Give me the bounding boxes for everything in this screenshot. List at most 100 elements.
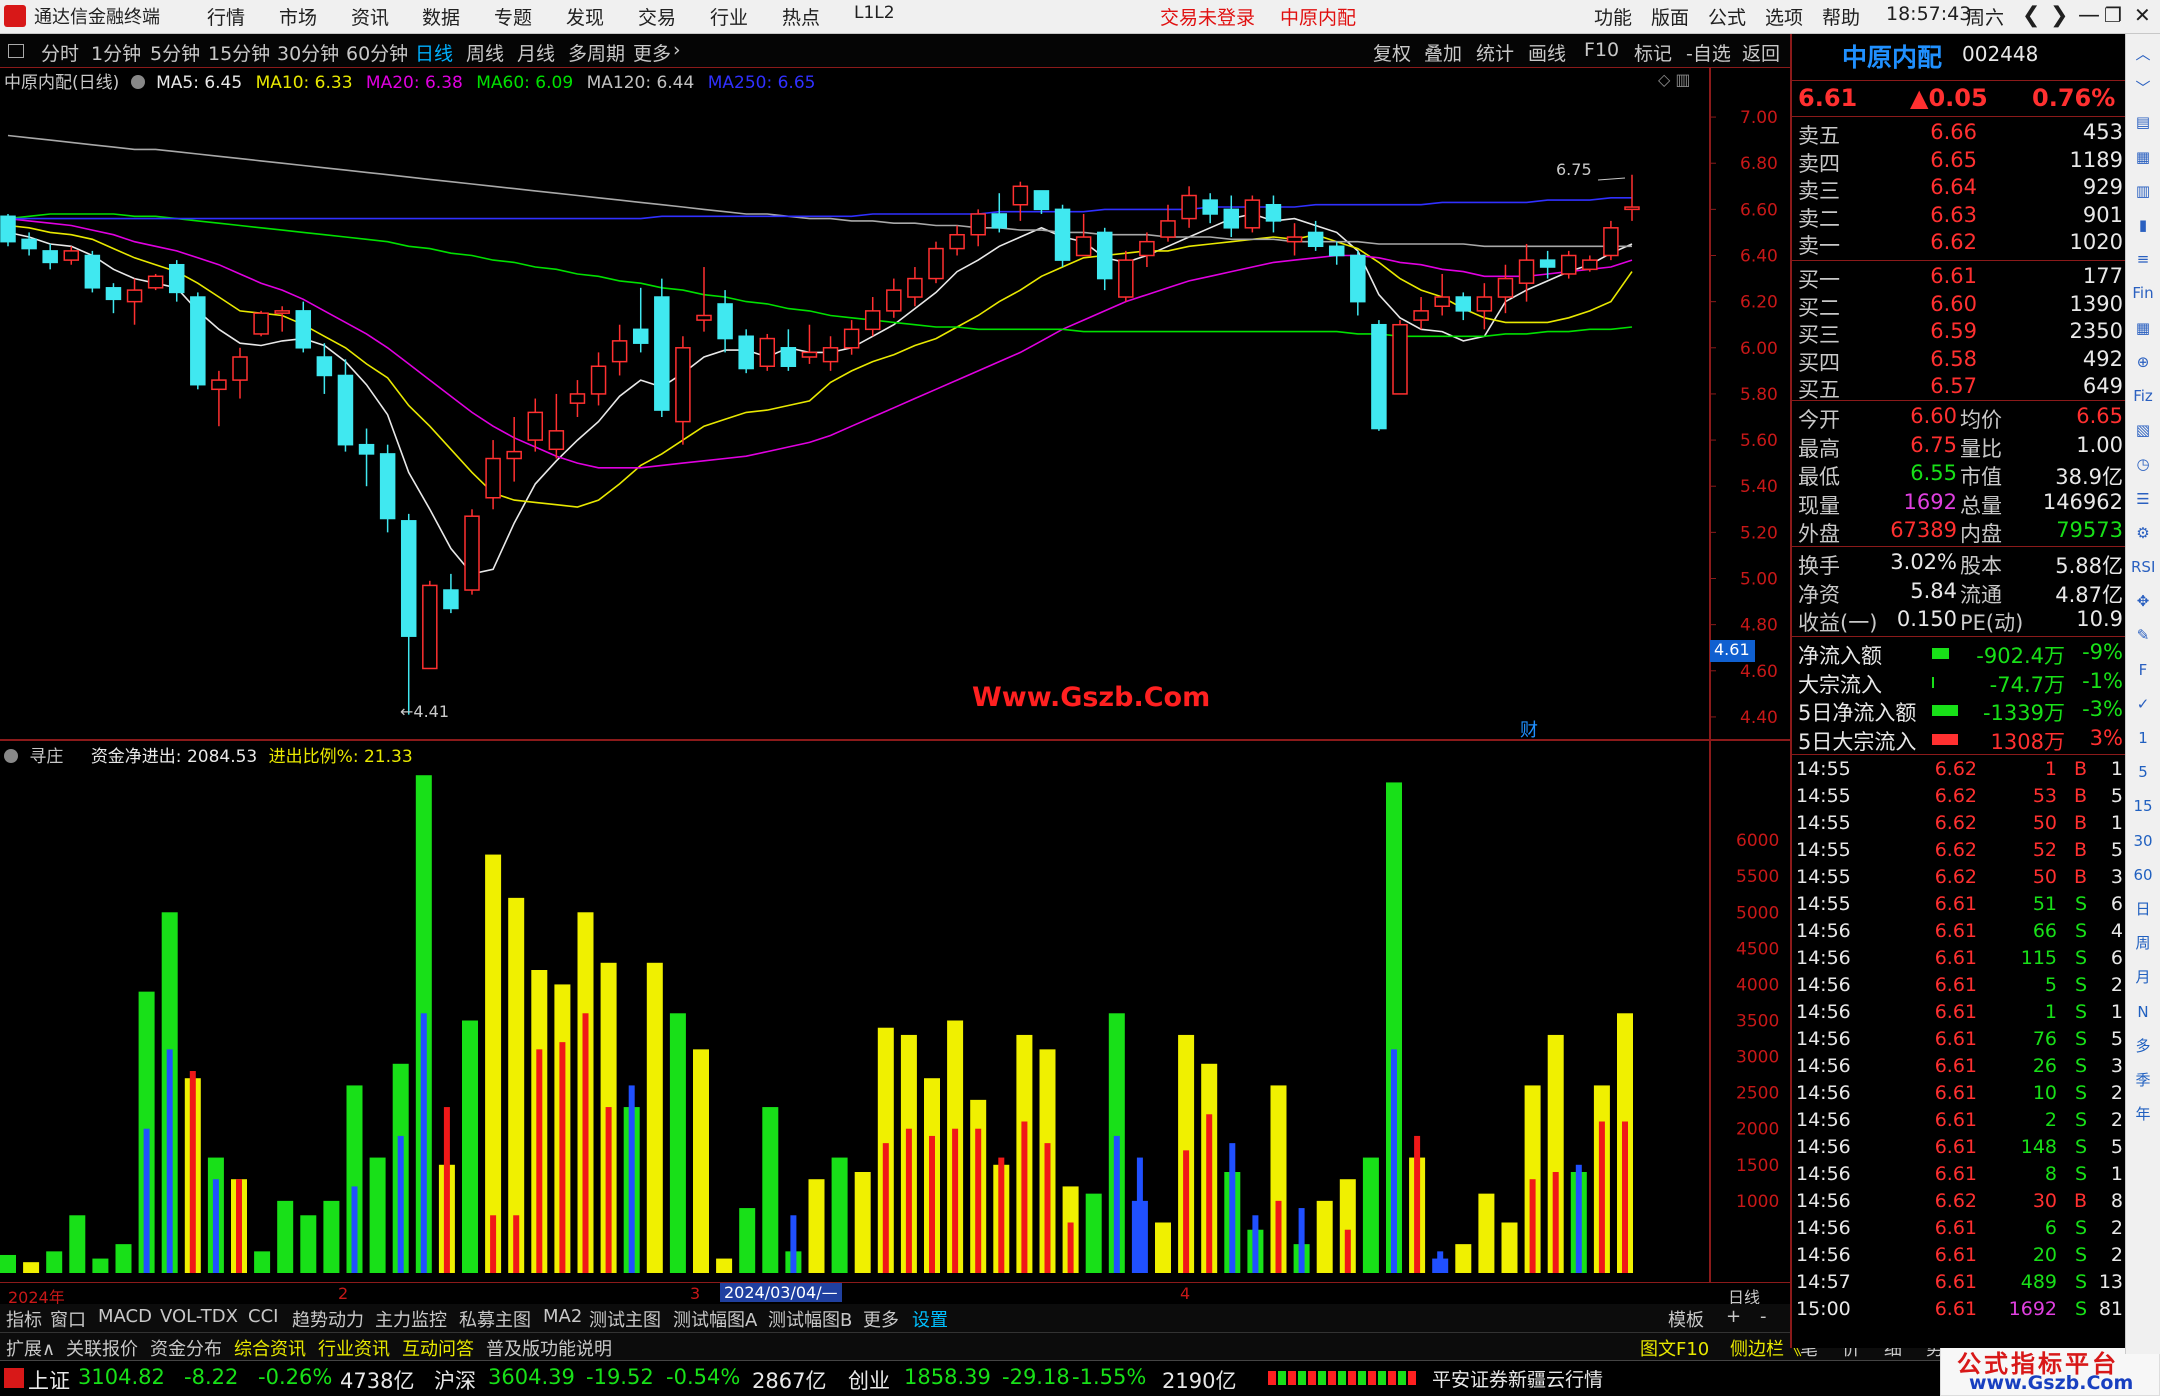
candle[interactable] bbox=[1582, 255, 1598, 272]
tick-row[interactable]: 14:55 6.62 52 B 5 bbox=[1792, 839, 2127, 867]
candle[interactable] bbox=[1118, 250, 1134, 302]
bid-row[interactable]: 买三 6.59 2350 bbox=[1792, 319, 2127, 347]
down-icon[interactable]: ﹀ bbox=[2131, 76, 2155, 100]
flow-bar[interactable] bbox=[1362, 1157, 1379, 1273]
tab-kuozhan[interactable]: 扩展∧ bbox=[6, 1335, 55, 1361]
candle[interactable] bbox=[527, 398, 544, 452]
candle[interactable] bbox=[1265, 195, 1282, 233]
btn-diejia[interactable]: 叠加 bbox=[1424, 39, 1462, 66]
candle[interactable] bbox=[1286, 223, 1303, 256]
flow-bar[interactable] bbox=[69, 1215, 86, 1273]
tick-row[interactable]: 14:56 6.61 20 S 2 bbox=[1792, 1244, 2127, 1272]
flow-bar[interactable] bbox=[92, 1258, 109, 1273]
tick-row[interactable]: 14:56 6.61 26 S 3 bbox=[1792, 1055, 2127, 1083]
tab-ceshi-main[interactable]: 测试主图 bbox=[589, 1306, 661, 1332]
menu-zhuanti[interactable]: 专题 bbox=[494, 3, 532, 30]
stat-row[interactable]: 最高 6.75 量比 1.00 bbox=[1792, 433, 2127, 461]
candle[interactable] bbox=[422, 580, 438, 670]
indicator-toggle-icon[interactable] bbox=[4, 749, 18, 763]
flow-bar[interactable] bbox=[1570, 1164, 1587, 1273]
flow-bar[interactable] bbox=[739, 1208, 756, 1273]
tab-fenshi[interactable]: 分时 bbox=[41, 39, 79, 66]
tick-row[interactable]: 14:56 6.61 6 S 2 bbox=[1792, 1217, 2127, 1245]
btn-zixuan[interactable]: -自选 bbox=[1686, 39, 1731, 66]
tick-row[interactable]: 14:56 6.61 76 S 5 bbox=[1792, 1028, 2127, 1056]
period-shortcut-季[interactable]: 季 bbox=[2131, 1068, 2155, 1092]
menu-hangye[interactable]: 行业 bbox=[710, 3, 748, 30]
tick-row[interactable]: 14:56 6.61 66 S 4 bbox=[1792, 920, 2127, 948]
candle[interactable] bbox=[232, 347, 248, 399]
candle[interactable] bbox=[759, 333, 776, 371]
flow-bar[interactable] bbox=[1178, 1034, 1195, 1273]
period-shortcut-5[interactable]: 5 bbox=[2131, 760, 2155, 784]
flow-bar[interactable] bbox=[762, 1107, 779, 1273]
flow-bar[interactable] bbox=[993, 1157, 1010, 1273]
btn-f10[interactable]: F10 bbox=[1584, 39, 1619, 61]
candle[interactable] bbox=[84, 250, 101, 293]
tab-simu[interactable]: 私募主图 bbox=[459, 1306, 531, 1332]
candle[interactable] bbox=[1560, 250, 1577, 279]
flow-bar[interactable] bbox=[1339, 1179, 1356, 1273]
candle[interactable] bbox=[569, 380, 586, 417]
flow-bar[interactable] bbox=[831, 1157, 848, 1273]
tick-row[interactable]: 14:55 6.62 50 B 3 bbox=[1792, 866, 2127, 894]
candle[interactable] bbox=[358, 428, 375, 487]
flow-bar[interactable] bbox=[1201, 1063, 1218, 1273]
flow-bar[interactable] bbox=[323, 1200, 340, 1273]
candle[interactable] bbox=[1455, 292, 1472, 321]
flow-bar[interactable] bbox=[1085, 1193, 1102, 1273]
flow-bar[interactable] bbox=[438, 1107, 455, 1273]
flow-bar[interactable] bbox=[1108, 1013, 1125, 1273]
candle[interactable] bbox=[1328, 241, 1345, 265]
flow-bar[interactable] bbox=[1131, 1157, 1148, 1273]
period-shortcut-多[interactable]: 多 bbox=[2131, 1034, 2155, 1058]
candle[interactable] bbox=[632, 287, 649, 353]
tick-row[interactable]: 14:55 6.62 1 B 1 bbox=[1792, 758, 2127, 786]
flow-bar[interactable] bbox=[1386, 782, 1402, 1273]
clock-icon[interactable]: ◷ bbox=[2131, 452, 2155, 476]
tick-row[interactable]: 14:55 6.61 51 S 6 bbox=[1792, 893, 2127, 921]
book-icon[interactable]: ▤ bbox=[2131, 110, 2155, 134]
tab-zijin[interactable]: 资金分布 bbox=[150, 1335, 222, 1361]
flow-row[interactable]: 5日净流入额 -1339万 -3% bbox=[1792, 697, 2127, 725]
candle[interactable] bbox=[675, 336, 691, 445]
candle[interactable] bbox=[253, 310, 269, 337]
tick-row[interactable]: 14:56 6.61 10 S 2 bbox=[1792, 1082, 2127, 1110]
tab-settings[interactable]: 设置 bbox=[912, 1306, 948, 1332]
ask-row[interactable]: 卖五 6.66 453 bbox=[1792, 120, 2127, 148]
sh-name[interactable]: 上证 bbox=[28, 1365, 70, 1395]
tab-15min[interactable]: 15分钟 bbox=[208, 39, 270, 66]
flow-bar[interactable] bbox=[1155, 1222, 1171, 1274]
restore-icon[interactable]: ❐ bbox=[2104, 3, 2122, 27]
candle[interactable] bbox=[1160, 204, 1176, 242]
candle[interactable] bbox=[611, 324, 628, 376]
flow-bar[interactable] bbox=[716, 1258, 733, 1273]
period-shortcut-30[interactable]: 30 bbox=[2131, 829, 2155, 853]
candle[interactable] bbox=[105, 283, 122, 314]
candle[interactable] bbox=[1603, 220, 1619, 261]
tab-zhibiao[interactable]: 指标 bbox=[6, 1306, 42, 1332]
btn-tongji[interactable]: 统计 bbox=[1476, 39, 1514, 66]
candle[interactable] bbox=[1202, 193, 1218, 224]
pin-icon[interactable]: ⊕ bbox=[2131, 350, 2155, 374]
flow-bar[interactable] bbox=[415, 775, 432, 1273]
ask-row[interactable]: 卖四 6.65 1189 bbox=[1792, 148, 2127, 176]
tick-row[interactable]: 14:55 6.62 53 B 5 bbox=[1792, 785, 2127, 813]
cai-marker[interactable]: 财 bbox=[1520, 716, 1538, 742]
tab-cci[interactable]: CCI bbox=[248, 1306, 278, 1327]
kline-chart[interactable]: 7.00 6.80 6.60 6.40 6.20 6.00 5.80 5.60 5.40 5.20… bbox=[0, 68, 1790, 1348]
candle[interactable] bbox=[168, 260, 185, 302]
flow-bar[interactable] bbox=[184, 1071, 201, 1273]
flow-bar[interactable] bbox=[485, 854, 502, 1273]
list-icon[interactable]: ≡ bbox=[2131, 247, 2155, 271]
flow-bar[interactable] bbox=[1593, 1085, 1610, 1273]
grid-icon[interactable]: ▦ bbox=[2131, 316, 2155, 340]
candle[interactable] bbox=[316, 343, 333, 394]
flow-bar[interactable] bbox=[1224, 1143, 1241, 1273]
flow-row[interactable]: 大宗流入 -74.7万 -1% bbox=[1792, 669, 2127, 697]
hs-name[interactable]: 沪深 bbox=[434, 1365, 476, 1395]
tab-qushi[interactable]: 趋势动力 bbox=[292, 1306, 364, 1332]
stat-row[interactable]: 现量 1692 总量 146962 bbox=[1792, 490, 2127, 518]
candle[interactable] bbox=[696, 267, 712, 332]
menu-redian[interactable]: 热点 bbox=[782, 3, 820, 30]
